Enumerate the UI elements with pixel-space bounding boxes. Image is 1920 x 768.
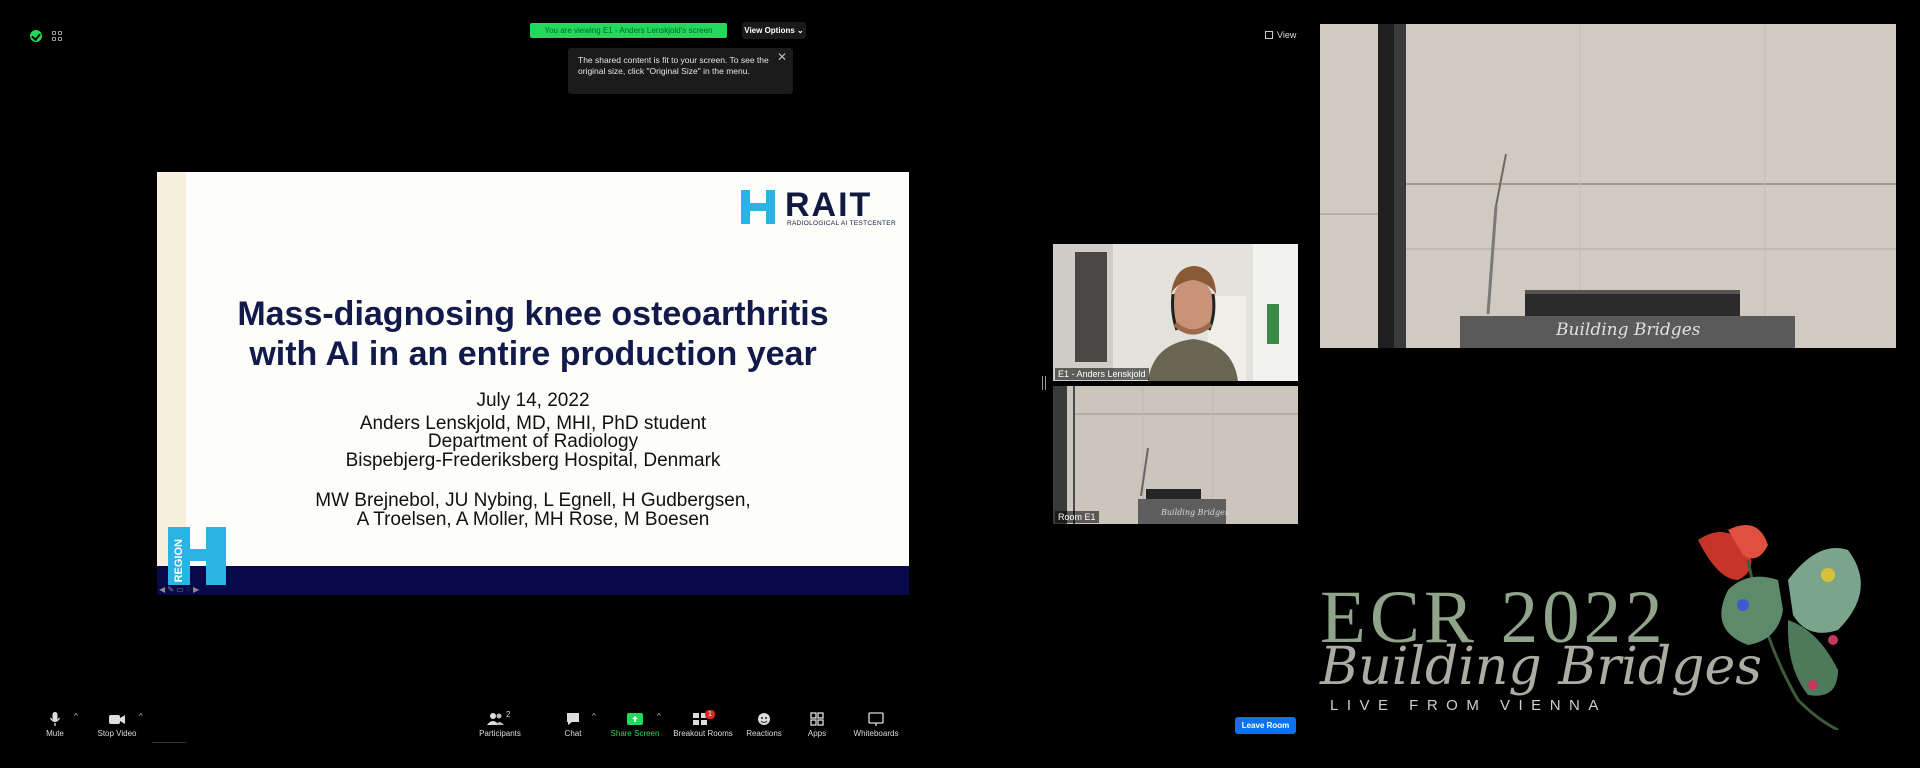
slide-authors: MW Brejnebol, JU Nybing, L Egnell, H Gud… (157, 490, 909, 530)
people-icon (487, 713, 504, 725)
slide-controls[interactable]: ◀ ✎ ▭ ◌ ▶ (159, 585, 199, 594)
whiteboard-icon (868, 712, 884, 726)
slide-department: Department of Radiology (427, 431, 639, 452)
chat-options-caret[interactable]: ^ (592, 712, 596, 721)
rait-logo-subtitle: RADIOLOGICAL AI TESTCENTER (787, 220, 896, 227)
video-camera-icon (109, 715, 125, 724)
speaker-video-tile[interactable]: E1 - Anders Lenskjold (1053, 244, 1298, 381)
stop-video-label: Stop Video (97, 729, 137, 738)
podium-text-large: Building Bridges (1556, 320, 1701, 340)
mute-options-caret[interactable]: ^ (74, 712, 78, 721)
chevron-down-icon: ⌄ (797, 26, 804, 35)
speaker-video-frame (1053, 244, 1298, 381)
region-h-logo-icon (741, 190, 775, 224)
podium-text-small: Building Bridges (1161, 508, 1229, 517)
room-video-large-tile[interactable]: Building Bridges (1320, 24, 1896, 348)
apps-label: Apps (807, 729, 827, 738)
leave-room-button[interactable]: Leave Room (1235, 717, 1296, 734)
participants-count: 2 (506, 710, 511, 719)
view-layout-icon (1265, 31, 1273, 39)
ecr-live-from-vienna: LIVE FROM VIENNA (1330, 697, 1607, 714)
view-options-button[interactable]: View Options ⌄ (742, 22, 806, 39)
slide-authors-line-1: MW Brejnebol, JU Nybing, L Egnell, H Gud… (315, 490, 751, 511)
breakout-rooms-button[interactable]: 1 Breakout Rooms (672, 710, 734, 738)
room-video-frame-large (1320, 24, 1896, 348)
participants-button[interactable]: 2 Participants (474, 710, 526, 738)
butterfly-flower-decoration-icon (1698, 525, 1861, 730)
rait-logo: RAIT RADIOLOGICAL AI TESTCENTER (741, 187, 901, 227)
room-video-tile[interactable]: Building Bridges Room E1 (1053, 386, 1298, 524)
whiteboards-button[interactable]: Whiteboards (852, 712, 900, 738)
slide-title: Mass-diagnosing knee osteoarthritis with… (157, 294, 909, 374)
apps-grid-icon (810, 712, 824, 726)
panel-resize-handle[interactable] (1042, 376, 1046, 390)
breakout-badge: 1 (705, 710, 715, 719)
share-screen-icon (627, 713, 643, 725)
microphone-icon (49, 712, 61, 726)
view-button[interactable]: View (1265, 30, 1296, 40)
mute-label: Mute (46, 729, 64, 738)
view-button-label: View (1277, 30, 1297, 40)
mute-button[interactable]: Mute (38, 712, 72, 738)
slide-date: July 14, 2022 (476, 390, 590, 411)
reactions-label: Reactions (746, 729, 782, 738)
toolbar-divider (152, 742, 186, 743)
region-logo-label: REGION (173, 539, 185, 583)
slide-hospital: Bispebjerg-Frederiksberg Hospital, Denma… (345, 449, 721, 471)
shared-slide: RAIT RADIOLOGICAL AI TESTCENTER Mass-dia… (157, 172, 909, 595)
reactions-button[interactable]: Reactions (744, 712, 784, 738)
region-logo: REGION (168, 527, 226, 585)
apps-button[interactable]: Apps (804, 712, 830, 738)
security-shield-icon[interactable] (30, 30, 42, 42)
share-options-caret[interactable]: ^ (657, 712, 661, 721)
view-options-label: View Options (744, 26, 795, 35)
fit-notice-text: The shared content is fit to your screen… (578, 55, 769, 76)
slide-presenter-info: July 14, 2022 Anders Lenskjold, MD, MHI,… (157, 390, 909, 471)
slide-footer-band (157, 566, 909, 595)
participants-label: Participants (479, 729, 521, 738)
breakout-icon-group: 1 (691, 710, 715, 726)
share-screen-button[interactable]: Share Screen (610, 712, 660, 738)
chat-bubble-icon (567, 713, 579, 725)
stop-video-button[interactable]: Stop Video (94, 712, 140, 738)
video-options-caret[interactable]: ^ (139, 712, 143, 721)
breakout-rooms-label: Breakout Rooms (673, 729, 733, 738)
slide-authors-line-2: A Troelsen, A Moller, MH Rose, M Boesen (356, 508, 710, 530)
meeting-info-grid-icon[interactable] (52, 31, 64, 43)
whiteboards-label: Whiteboards (853, 729, 899, 738)
chat-label: Chat (564, 729, 582, 738)
smiley-reaction-icon (758, 713, 770, 725)
slide-title-line-1: Mass-diagnosing knee osteoarthritis (237, 295, 829, 333)
chat-button[interactable]: Chat (560, 712, 586, 738)
rait-logo-word: RAIT (785, 186, 873, 224)
room-name-label: Room E1 (1055, 511, 1099, 523)
share-screen-label: Share Screen (610, 729, 660, 738)
fit-to-screen-notice: The shared content is fit to your screen… (568, 48, 793, 94)
close-icon[interactable]: ✕ (777, 50, 787, 64)
participants-icon-group: 2 (485, 710, 515, 726)
speaker-name-label: E1 - Anders Lenskjold (1055, 368, 1149, 380)
slide-title-line-2: with AI in an entire production year (249, 335, 817, 373)
viewing-screen-banner: You are viewing E1 - Anders Lenskjold's … (530, 23, 727, 38)
room-video-frame-small (1053, 386, 1298, 524)
